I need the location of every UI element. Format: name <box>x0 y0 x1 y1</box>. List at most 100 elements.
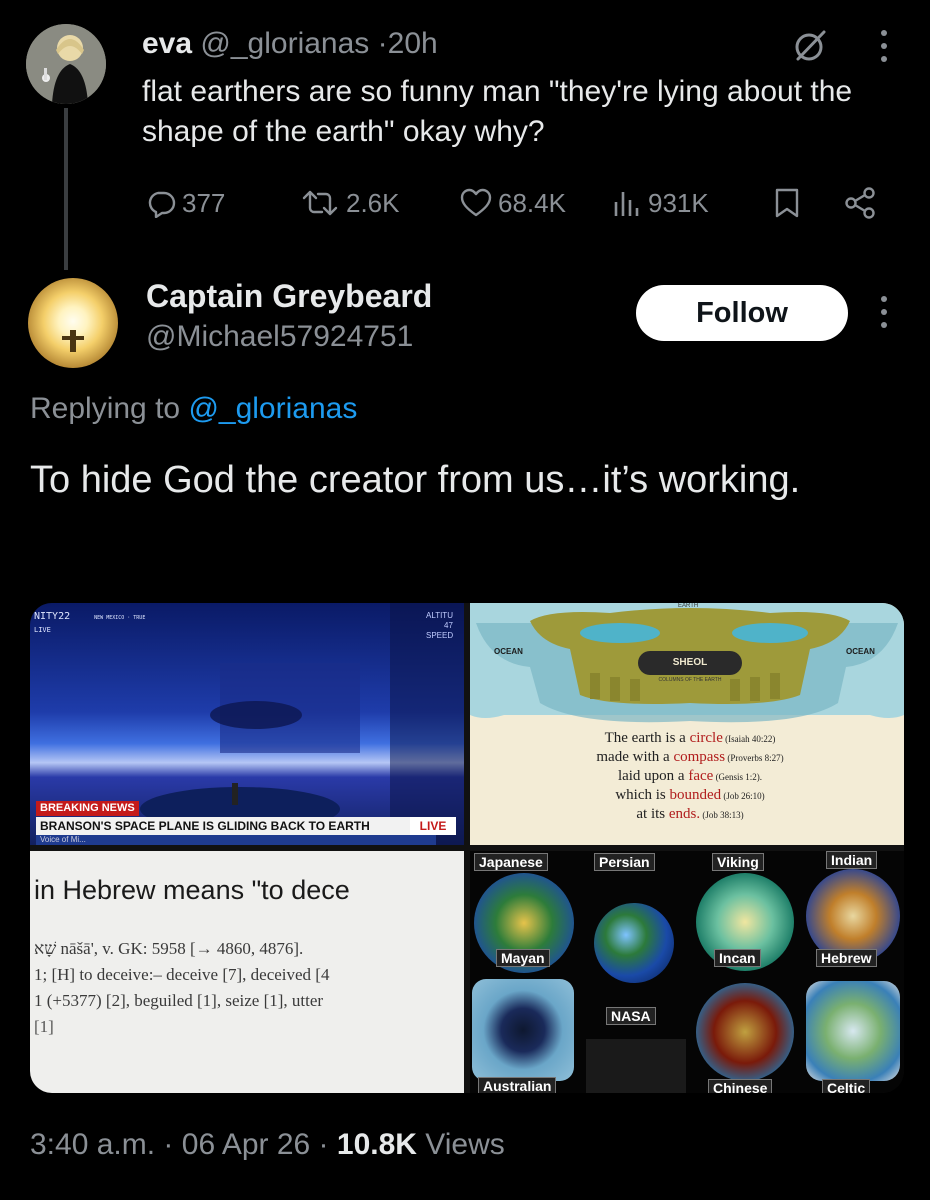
channel-logo: NITY22 NEW MEXICO · TRUE LIVE <box>34 611 145 636</box>
tweet-actions: 377 2.6K 68.4K 931K <box>142 180 892 226</box>
label-australian: Australian <box>478 1077 557 1093</box>
channel-name: NITY22 <box>34 611 71 622</box>
verse-3-ref: (Gensis 1:2). <box>713 772 763 782</box>
label-hebrew: Hebrew <box>816 949 877 967</box>
parent-tweet-header: eva @_glorianas ·20h <box>142 26 438 62</box>
bookmark-button[interactable] <box>774 180 800 226</box>
label-indian: Indian <box>826 851 878 869</box>
channel-live-small: LIVE <box>34 626 51 634</box>
more-icon[interactable] <box>874 24 894 68</box>
live-badge: LIVE <box>410 817 456 835</box>
avatar-eva-image <box>26 24 106 104</box>
verse-4-ref: (Job 26:10) <box>721 791 765 801</box>
repost-button[interactable]: 2.6K <box>300 180 400 226</box>
views-count: 931K <box>648 187 709 218</box>
media-hebrew-lexicon[interactable]: in Hebrew means "to dece שָׁא nāšā', v. … <box>30 851 464 1093</box>
label-chinese: Chinese <box>708 1079 773 1093</box>
earth-label: EARTH <box>678 603 699 609</box>
sheol-label: SHEOL <box>638 651 742 675</box>
verse-line-5: at its ends. (Job 38:13) <box>530 805 850 824</box>
media-news-broadcast[interactable]: NITY22 NEW MEXICO · TRUE LIVE ALTITU 47 … <box>30 603 464 845</box>
verse-3-text: laid upon a <box>617 768 689 784</box>
hebrew-headline: in Hebrew means "to dece <box>34 875 350 905</box>
label-celtic: Celtic <box>822 1079 871 1093</box>
verse-2-text: made with a <box>596 749 674 765</box>
nasa-stars-image <box>586 1039 686 1093</box>
verse-2-ref: (Proverbs 8:27) <box>725 753 784 763</box>
replying-to: Replying to @_glorianas <box>30 392 357 426</box>
author-handle[interactable]: @_glorianas <box>200 27 369 60</box>
footer-views-label: Views <box>425 1128 505 1161</box>
repost-icon <box>302 190 338 216</box>
persian-nasa-globe-image <box>594 903 674 983</box>
verse-4-text: which is <box>615 787 670 803</box>
news-headline: BRANSON'S SPACE PLANE IS GLIDING BACK TO… <box>36 817 436 835</box>
like-count: 68.4K <box>498 187 566 218</box>
reply-author-handle[interactable]: @Michael57924751 <box>146 320 413 354</box>
lexicon-line-4: [1] <box>34 1017 54 1036</box>
tweet-time[interactable]: 20h <box>388 27 438 60</box>
replying-prefix: Replying to <box>30 392 181 425</box>
parent-tweet-text: flat earthers are so funny man "they're … <box>142 75 853 148</box>
like-icon <box>460 188 492 217</box>
reply-tweet-text: To hide God the creator from us…it’s wor… <box>30 459 801 501</box>
footer-views-count[interactable]: 10.8K <box>337 1128 417 1161</box>
altitude-readout: ALTITU 47 SPEED <box>426 611 453 641</box>
altitude-value: 47 <box>444 621 453 630</box>
tweet-timestamp[interactable]: 3:40 a.m. <box>30 1128 155 1161</box>
tweet-date[interactable]: 06 Apr 26 <box>182 1128 310 1161</box>
scripture-verses: The earth is a circle (Isaiah 40:22) mad… <box>530 729 850 824</box>
parent-tweet: eva @_glorianas ·20h flat earthers are s… <box>0 0 930 270</box>
verse-4-keyword: bounded <box>669 787 722 803</box>
thread-connector <box>64 108 68 270</box>
news-subline: Voice of Mi... <box>36 835 436 845</box>
reply-count: 377 <box>182 187 226 218</box>
footer-separator-2: · <box>318 1128 329 1161</box>
ocean-right-label: OCEAN <box>846 647 875 656</box>
avatar-eva[interactable] <box>26 24 106 104</box>
views-button[interactable]: 931K <box>612 180 709 226</box>
media-biblical-cosmology[interactable]: EARTH OCEAN OCEAN SHEOL COLUMNS OF THE E… <box>470 603 904 845</box>
verse-1-text: The earth is a <box>604 730 690 746</box>
breaking-news-label: BREAKING NEWS <box>36 801 139 816</box>
label-japanese: Japanese <box>474 853 548 871</box>
label-nasa: NASA <box>606 1007 656 1025</box>
header-separator: · <box>377 27 388 60</box>
reply-author-name[interactable]: Captain Greybeard <box>146 278 432 315</box>
like-button[interactable]: 68.4K <box>460 180 566 226</box>
follow-button[interactable]: Follow <box>636 285 848 341</box>
reply-button[interactable]: 377 <box>146 180 225 226</box>
verse-line-4: which is bounded (Job 26:10) <box>530 786 850 805</box>
verse-3-keyword: face <box>688 768 714 784</box>
australian-cosmology-image <box>472 979 574 1081</box>
label-persian: Persian <box>594 853 655 871</box>
speed-label: SPEED <box>426 631 454 640</box>
reply-more-icon[interactable] <box>874 290 894 334</box>
verse-2-keyword: compass <box>673 749 726 765</box>
bookmark-icon <box>775 188 799 218</box>
altitude-label: ALTITU <box>426 611 453 620</box>
label-viking: Viking <box>712 853 764 871</box>
avatar-captain-greybeard[interactable] <box>28 278 118 368</box>
repost-count: 2.6K <box>346 187 400 218</box>
verse-line-3: laid upon a face (Gensis 1:2). <box>530 767 850 786</box>
replying-mention-link[interactable]: @_glorianas <box>188 392 357 425</box>
views-icon <box>614 192 639 216</box>
lexicon-line-2: 1; [H] to deceive:– deceive [7], deceive… <box>34 965 330 984</box>
lexicon-line-1: שָׁא nāšā', v. GK: 5958 [→ 4860, 4876]. <box>34 939 304 958</box>
author-name[interactable]: eva <box>142 27 192 60</box>
share-icon <box>845 187 875 219</box>
label-incan: Incan <box>714 949 761 967</box>
footer-separator-1: · <box>163 1128 174 1161</box>
avatar-cg-image <box>62 330 84 352</box>
chinese-cosmology-image <box>696 983 794 1081</box>
grok-icon[interactable] <box>790 26 830 66</box>
media-cosmologies-collage[interactable]: Japanese Persian Viking Indian Mayan Inc… <box>470 851 904 1093</box>
verse-1-ref: (Isaiah 40:22) <box>722 734 776 744</box>
share-button[interactable] <box>844 180 876 226</box>
channel-ticker: NEW MEXICO · TRUE <box>94 615 146 621</box>
verse-5-keyword: ends. <box>668 806 701 822</box>
label-mayan: Mayan <box>496 949 550 967</box>
columns-label: COLUMNS OF THE EARTH <box>658 677 722 683</box>
lexicon-line-3: 1 (+5377) [2], beguiled [1], seize [1], … <box>34 991 324 1010</box>
